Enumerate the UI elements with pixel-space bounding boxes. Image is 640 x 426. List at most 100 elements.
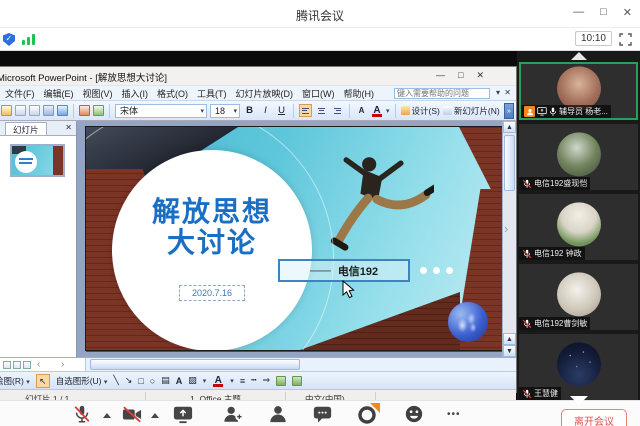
toolbar-overflow-button[interactable]: » (504, 103, 514, 119)
invite-button[interactable] (222, 404, 244, 426)
participant-tile-3[interactable]: 电信192 钟政 (519, 194, 638, 260)
document-close-icon[interactable]: ✕ (504, 88, 511, 97)
minimize-button[interactable]: — (573, 6, 584, 19)
autoshapes-button[interactable]: 自选图形(U) ▾ (56, 375, 108, 387)
leave-meeting-button[interactable]: 离开会议 (561, 409, 627, 426)
line-tool[interactable]: ╲ (113, 375, 118, 386)
record-button[interactable] (356, 404, 378, 426)
maximize-button[interactable]: □ (600, 6, 607, 19)
arrow-tool[interactable]: ↘ (125, 375, 133, 386)
reactions-button[interactable] (404, 404, 424, 426)
participant-tile-5[interactable]: 王慧健 (519, 334, 638, 400)
pane-close-icon[interactable]: ✕ (65, 123, 72, 132)
oval-tool[interactable]: ○ (150, 376, 155, 386)
design-button[interactable]: 设计(S) (401, 105, 440, 117)
line-style-tool[interactable]: ≡ (240, 376, 245, 386)
copy-icon[interactable] (29, 105, 40, 116)
fullscreen-icon[interactable] (619, 33, 632, 46)
vertical-scrollbar[interactable]: ▲ ▲ ▼ (502, 121, 516, 357)
wordart-tool[interactable]: A (176, 376, 183, 386)
participant-tile-4[interactable]: 电信192曹剑敏 (519, 264, 638, 330)
fill-color-dropdown-icon[interactable]: ▾ (203, 377, 207, 385)
menu-file[interactable]: 文件(F) (5, 87, 35, 100)
next-slide-button[interactable]: ▼ (503, 345, 516, 357)
draw-font-color-dropdown-icon[interactable]: ▾ (230, 377, 234, 385)
chart-icon[interactable] (79, 105, 90, 116)
font-size-select[interactable]: 18▾ (210, 104, 240, 118)
draw-font-color-tool[interactable]: A (212, 375, 224, 386)
slide-thumbnail-1[interactable] (10, 144, 65, 177)
tab-slides[interactable]: 幻灯片 (5, 122, 47, 135)
camera-options-caret-icon[interactable] (151, 413, 159, 418)
mic-muted-button[interactable] (72, 404, 92, 426)
participants-scroll-down-icon[interactable] (570, 396, 588, 405)
scroll-right-icon[interactable]: › (61, 359, 64, 370)
bold-button[interactable]: B (243, 104, 256, 118)
select-tool-button[interactable]: ↖ (36, 374, 50, 388)
slideshow-view-button[interactable] (23, 361, 31, 369)
camera-muted-button[interactable] (121, 404, 143, 426)
scroll-left-icon[interactable]: ‹ (37, 359, 40, 370)
paste-icon[interactable] (43, 105, 54, 116)
byline-textbox[interactable]: —— 电信192 (278, 259, 410, 282)
avatar (557, 272, 601, 316)
align-right-button[interactable] (331, 104, 344, 117)
font-color-dropdown-icon[interactable]: ▾ (386, 107, 390, 115)
font-name-select[interactable]: 宋体▾ (115, 104, 207, 118)
title-circle[interactable]: 解放思想 大讨论 2020.7.16 (112, 150, 312, 351)
align-center-button[interactable] (315, 104, 328, 117)
menu-window[interactable]: 窗口(W) (302, 87, 335, 100)
previous-slide-button[interactable]: ▲ (503, 333, 516, 345)
arrow-style-tool[interactable]: ⇒ (263, 375, 271, 386)
undo-icon[interactable] (57, 105, 68, 116)
security-shield-icon[interactable] (3, 33, 15, 46)
ppt-minimize-button[interactable]: — (436, 70, 445, 81)
help-search-box[interactable] (394, 88, 490, 99)
participants-button[interactable] (268, 404, 288, 426)
grow-font-button[interactable]: A (355, 104, 368, 118)
draw-menu-button[interactable]: 绘图(R) ▾ (0, 375, 30, 387)
toolbar-icon[interactable] (1, 105, 12, 116)
chat-button[interactable] (312, 404, 333, 426)
menu-help[interactable]: 帮助(H) (344, 87, 375, 100)
normal-view-button[interactable] (3, 361, 11, 369)
textbox-tool[interactable]: ▤ (161, 375, 170, 386)
close-button[interactable]: ✕ (623, 6, 632, 19)
menu-slideshow[interactable]: 幻灯片放映(D) (236, 87, 294, 100)
participant-tile-1[interactable]: 辅导员 杨老... (519, 62, 638, 120)
horizontal-scrollbar[interactable] (85, 358, 516, 371)
help-dropdown-icon[interactable]: ▾ (496, 88, 500, 97)
slide-canvas[interactable]: 解放思想 大讨论 2020.7.16 —— 电信192 (85, 126, 503, 351)
mic-options-caret-icon[interactable] (103, 413, 111, 418)
help-search-input[interactable] (397, 89, 487, 98)
3d-style-tool[interactable] (292, 376, 302, 386)
rectangle-tool[interactable]: □ (138, 376, 143, 386)
menu-edit[interactable]: 编辑(E) (44, 87, 74, 100)
ppt-close-button[interactable]: ✕ (476, 70, 484, 81)
underline-button[interactable]: U (275, 104, 288, 118)
ppt-maximize-button[interactable]: □ (458, 70, 463, 81)
font-color-button[interactable]: A (371, 105, 383, 116)
align-left-button[interactable] (299, 104, 312, 117)
scroll-up-icon[interactable]: ▲ (503, 121, 516, 133)
menu-view[interactable]: 视图(V) (83, 87, 113, 100)
table-icon[interactable] (93, 105, 104, 116)
italic-button[interactable]: I (259, 104, 272, 118)
dash-style-tool[interactable]: ┅ (251, 375, 256, 386)
new-slide-button[interactable]: 新幻灯片(N) (443, 105, 500, 117)
print-icon[interactable] (15, 105, 26, 116)
sidebar-collapse-icon[interactable]: › (504, 221, 508, 236)
participant-tile-2[interactable]: 电信192盛现恺 (519, 124, 638, 190)
slide-date[interactable]: 2020.7.16 (179, 285, 245, 301)
more-button[interactable]: ••• (447, 409, 461, 420)
participants-scroll-up-icon[interactable] (571, 52, 587, 60)
slide-sorter-view-button[interactable] (13, 361, 21, 369)
menu-format[interactable]: 格式(O) (157, 87, 188, 100)
menu-tools[interactable]: 工具(T) (197, 87, 227, 100)
fill-color-tool[interactable]: ▨ (188, 375, 197, 386)
scrollbar-thumb[interactable] (504, 135, 515, 191)
share-screen-button[interactable] (172, 404, 194, 426)
menu-insert[interactable]: 插入(I) (122, 87, 149, 100)
shadow-style-tool[interactable] (276, 376, 286, 386)
horizontal-scrollbar-thumb[interactable] (90, 359, 300, 370)
